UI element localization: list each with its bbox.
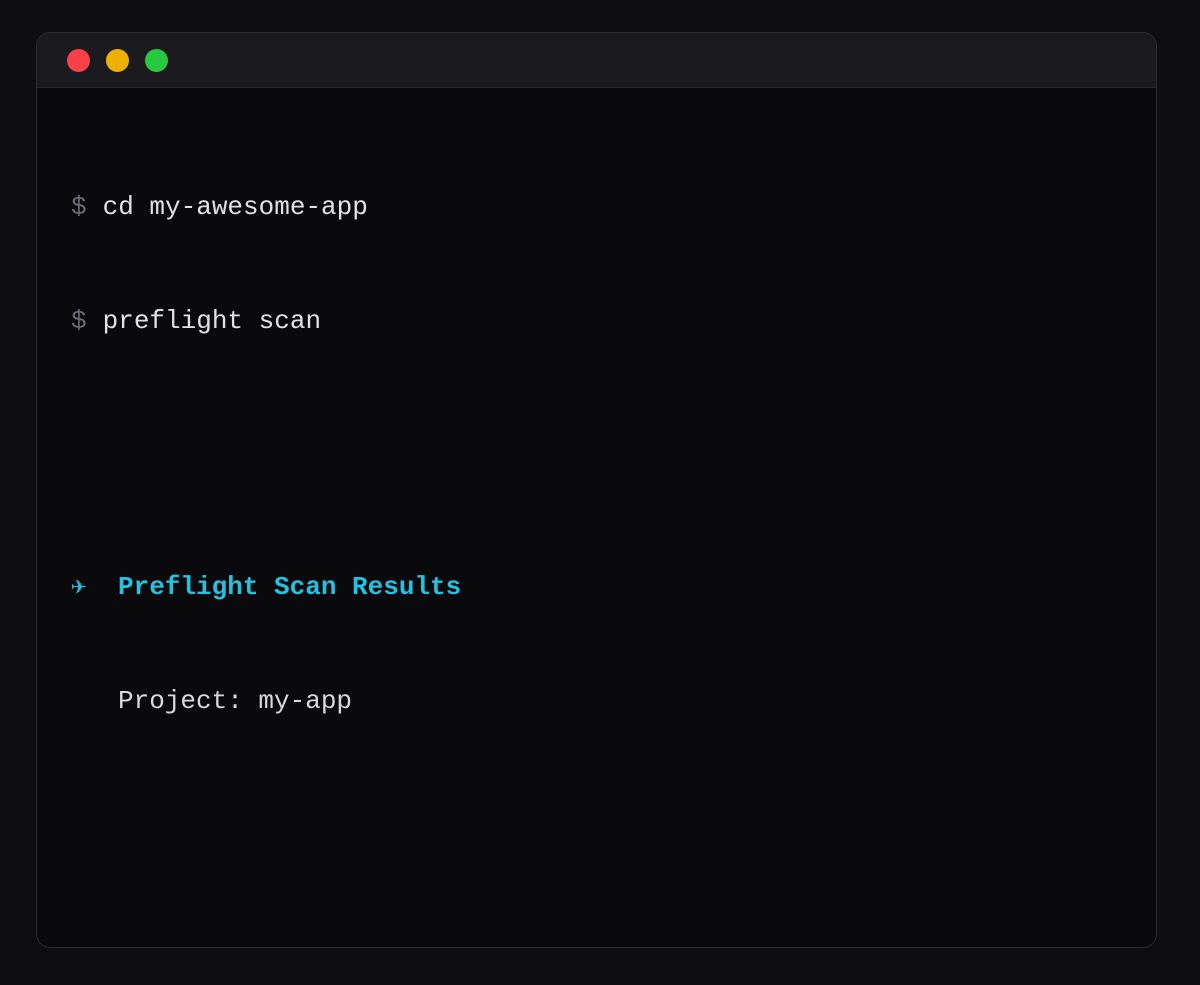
airplane-icon: ✈ xyxy=(71,568,118,606)
close-window-button[interactable] xyxy=(67,49,90,72)
command-line: $ preflight scan xyxy=(71,302,1122,340)
terminal-window: $ cd my-awesome-app $ preflight scan ✈Pref… xyxy=(36,32,1157,948)
prompt-symbol: $ xyxy=(71,192,87,222)
window-titlebar xyxy=(37,33,1156,88)
terminal-body[interactable]: $ cd my-awesome-app $ preflight scan ✈Pref… xyxy=(37,88,1156,948)
project-line: Project: my-app xyxy=(71,682,1122,720)
command-line: $ cd my-awesome-app xyxy=(71,188,1122,226)
blank-line xyxy=(71,796,1122,834)
minimize-window-button[interactable] xyxy=(106,49,129,72)
prompt-symbol: $ xyxy=(71,306,87,336)
blank-line xyxy=(71,416,1122,454)
command-text: cd my-awesome-app xyxy=(103,192,368,222)
scan-results-heading: ✈Preflight Scan Results xyxy=(71,568,1122,606)
zoom-window-button[interactable] xyxy=(145,49,168,72)
command-text: preflight scan xyxy=(103,306,321,336)
scan-results-title: Preflight Scan Results xyxy=(118,572,461,602)
